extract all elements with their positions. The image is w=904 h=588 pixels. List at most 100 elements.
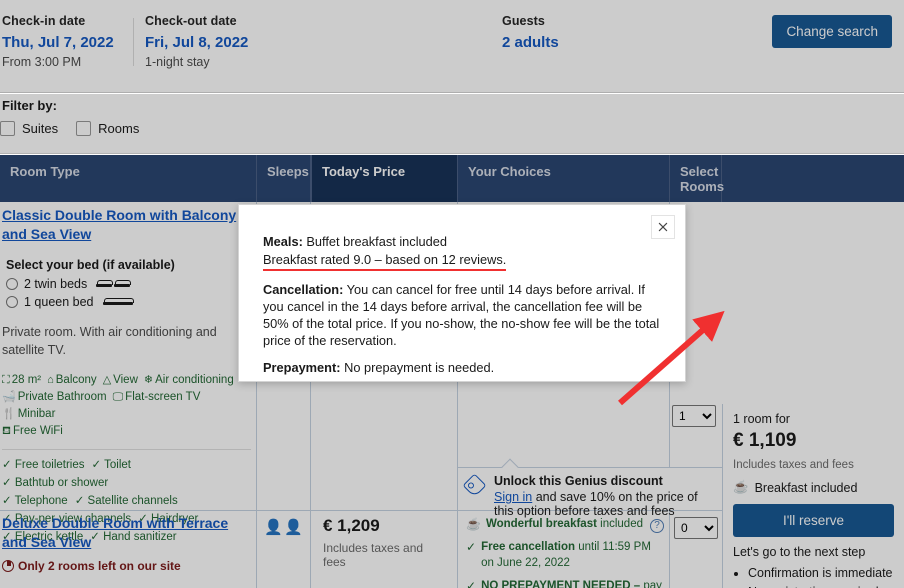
choice-strong: NO PREPAYMENT NEEDED – [481,580,640,588]
rail-breakfast-label: Breakfast included [755,481,858,495]
room-title-link[interactable]: Deluxe Double Room with Terrace and Sea … [2,514,251,552]
checkin-label: Check-in date [2,14,114,28]
scarcity-label: Only 2 rooms left on our site [18,559,181,573]
bed-option-twin[interactable]: 2 twin beds [6,277,251,291]
facility-line-2: ✓ Telephone ✓ Satellite channels [2,492,251,510]
modal-prepayment-label: Prepayment: [263,360,341,375]
room-price: € 1,209 [323,516,448,536]
rail-breakfast-row: ☕ Breakfast included [733,480,894,495]
modal-prepayment-paragraph: Prepayment: No prepayment is needed. [263,359,661,376]
filter-strip: Filter by: Suites Rooms [0,94,904,154]
amenity-bathroom: 🛁Private Bathroom [2,389,107,406]
choice-prepayment: ✓ NO PREPAYMENT NEEDED – pay at [466,578,662,588]
booking-room-selection-page: Check-in date Thu, Jul 7, 2022 From 3:00… [0,0,904,588]
modal-meals-label: Meals: [263,234,303,249]
facility-item: ✓ Satellite channels [75,492,178,510]
scarcity-badge: Only 2 rooms left on our site [2,559,251,573]
bed-option-queen[interactable]: 1 queen bed [6,295,251,309]
guests-value[interactable]: 2 adults [502,34,559,51]
choice-strong: Free cancellation [481,541,575,553]
facility-item: ✓ Telephone [2,492,68,510]
amenity-minibar: 🍴Minibar [2,406,55,423]
clock-icon [2,560,14,572]
amenities-divider [2,449,251,450]
choice-text: Free cancellation until 11:59 PM on June… [481,539,662,571]
close-icon[interactable] [651,215,675,239]
checkin-block: Check-in date Thu, Jul 7, 2022 From 3:00… [2,14,114,69]
filter-option-suites[interactable]: Suites [0,121,58,136]
two-guests-icon: 👤👤 [264,519,303,536]
checkin-time: From 3:00 PM [2,55,114,69]
amenity-label-size: 28 m² [12,374,41,386]
help-icon[interactable]: ? [650,519,664,533]
bed-label-queen: 1 queen bed [24,295,94,309]
room-price-note: Includes taxes and fees [323,541,448,569]
sign-in-link[interactable]: Sign in [494,490,532,504]
bathroom-icon: 🛁 [2,391,16,403]
bed-selection-heading: Select your bed (if available) [6,258,251,272]
twin-beds-icon [96,280,130,289]
rail-total-price: € 1,109 [733,430,894,452]
change-search-button[interactable]: Change search [772,15,892,48]
reserve-button[interactable]: I'll reserve [733,504,894,537]
bed-selection-group: Select your bed (if available) 2 twin be… [2,258,251,309]
stay-length: 1-night stay [145,55,248,69]
column-header-sleeps[interactable]: Sleeps [257,155,311,202]
quantity-select-row1[interactable]: 0123 [672,405,716,427]
filter-option-rooms[interactable]: Rooms [76,121,139,136]
amenity-label-minibar: Minibar [18,408,56,420]
quantity-select-row2[interactable]: 0123 [674,517,718,539]
filter-label-suites: Suites [22,121,58,136]
amenity-label-ac: Air conditioning [155,374,234,386]
amenity-wifi: ⛾Free WiFi [2,423,63,440]
rail-next-step: Let's go to the next step [733,545,894,559]
rail-room-for: 1 room for [733,412,894,426]
check-icon: ✓ [466,578,476,588]
column-header-your-choices[interactable]: Your Choices [458,155,670,202]
radio-twin-beds[interactable] [6,278,18,290]
column-header-spacer [722,155,904,202]
genius-title: Unlock this Genius discount [494,474,714,488]
facility-label: Toilet [104,459,131,471]
checkout-value[interactable]: Fri, Jul 8, 2022 [145,34,248,51]
select-rooms-cell-row1: 0123 [672,405,722,427]
select-rooms-cell-row2: 0123 [670,514,722,539]
choice-rest: included [600,518,643,530]
column-header-select-rooms[interactable]: Select Rooms [670,155,722,202]
facility-label: Bathtub or shower [15,477,108,489]
bed-label-twin: 2 twin beds [24,277,87,291]
checkbox-rooms[interactable] [76,121,91,136]
air-conditioning-icon: ❄ [144,374,153,386]
choice-text: Wonderful breakfast included [486,516,643,532]
wifi-icon: ⛾ [2,425,11,437]
search-summary-bar: Check-in date Thu, Jul 7, 2022 From 3:00… [0,0,904,93]
filter-label-rooms: Rooms [98,121,139,136]
breakfast-rating-text: Breakfast rated 9.0 – based on 12 review… [263,251,506,271]
room-table-header: Room Type Sleeps Today's Price Your Choi… [0,155,904,202]
checkin-value[interactable]: Thu, Jul 7, 2022 [2,34,114,51]
amenity-view: △View [103,372,138,389]
size-icon: ⛶ [2,374,10,386]
guests-block: Guests 2 adults [502,14,559,55]
booking-summary-rail: 1 room for € 1,109 Includes taxes and fe… [722,404,904,588]
facility-label: Satellite channels [88,495,178,507]
column-header-price[interactable]: Today's Price [311,155,458,202]
rail-benefits-list: Confirmation is immediate No registratio… [733,564,894,588]
modal-meals-paragraph: Meals: Buffet breakfast included [263,233,661,250]
column-header-room-type[interactable]: Room Type [0,155,257,202]
facility-label: Free toiletries [15,459,85,471]
radio-queen-bed[interactable] [6,296,18,308]
amenity-balcony: ⌂Balcony [47,372,97,389]
filter-options: Suites Rooms [0,121,139,136]
room-row-deluxe-double: Deluxe Double Room with Terrace and Sea … [0,514,257,573]
choice-cancellation: ✓ Free cancellation until 11:59 PM on Ju… [466,539,662,571]
tv-icon: 🖵 [113,391,124,403]
view-icon: △ [103,374,111,386]
check-icon: ✓ [466,539,476,571]
room-title-link[interactable]: Classic Double Room with Balcony and Sea… [2,206,251,244]
checkbox-suites[interactable] [0,121,15,136]
banner-notch [502,459,519,476]
checkout-block: Check-out date Fri, Jul 8, 2022 1-night … [145,14,248,69]
filter-title: Filter by: [2,98,57,113]
facility-item: ✓ Bathtub or shower [2,474,108,492]
